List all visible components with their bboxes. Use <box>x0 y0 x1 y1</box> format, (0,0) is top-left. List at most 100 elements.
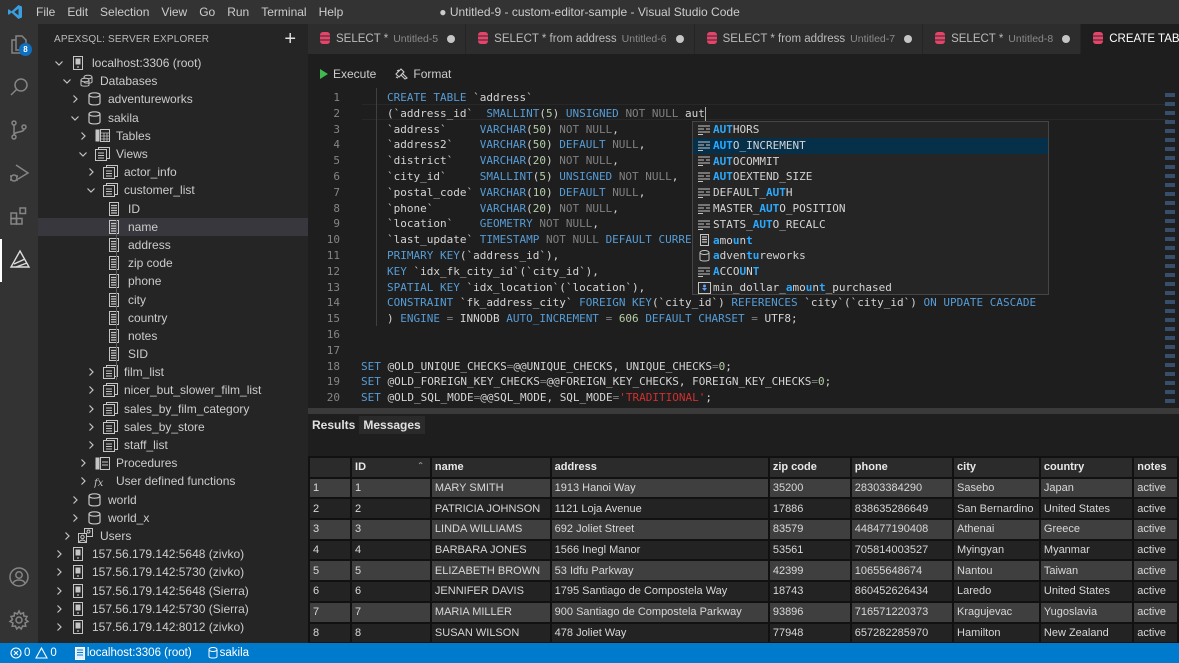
chevron-right-icon[interactable] <box>52 620 66 634</box>
table-cell[interactable]: 1795 Santiago de Compostela Way <box>549 580 770 603</box>
editor-tab[interactable]: SELECT * Untitled-5 <box>308 24 467 54</box>
chevron-right-icon[interactable] <box>76 474 90 488</box>
tree-item[interactable]: adventureworks <box>38 90 308 108</box>
table-cell[interactable]: 83579 <box>767 518 852 541</box>
table-row[interactable]: 6 6 JENNIFER DAVIS 1795 Santiago de Compost… <box>307 580 1179 603</box>
suggestion-item[interactable]: AUT O_INCREMENT <box>693 137 1048 154</box>
suggestion-item[interactable]: AUT HORS <box>693 122 1048 138</box>
chevron-right-icon[interactable] <box>68 493 82 507</box>
unsaved-dot-icon[interactable] <box>675 35 684 43</box>
table-cell[interactable]: 93896 <box>767 600 852 624</box>
chevron-right-icon[interactable] <box>84 383 98 397</box>
table-cell[interactable]: 3 <box>350 518 432 541</box>
tree-item[interactable]: customer_list <box>38 181 308 199</box>
tree-item[interactable]: zip code <box>38 254 308 272</box>
chevron-right-icon[interactable] <box>76 456 90 470</box>
table-row[interactable]: 1 1 MARY SMITH 1913 Hanoi Way 35200 283033842… <box>307 476 1179 500</box>
suggestion-item[interactable]: STATS_ AUT O_RECALC <box>693 217 1048 233</box>
column-header[interactable] <box>307 456 353 479</box>
tree-item[interactable]: ƒx User defined functions <box>38 472 308 490</box>
menu-go[interactable]: Go <box>193 0 221 24</box>
table-cell[interactable]: Yugoslavia <box>1038 600 1135 624</box>
table-cell[interactable]: Kragujevac <box>952 600 1041 624</box>
table-cell[interactable]: United States <box>1038 580 1135 603</box>
table-cell[interactable]: 8 <box>350 621 432 645</box>
tab-results[interactable]: Results <box>308 416 359 434</box>
chevron-down-icon[interactable] <box>68 111 82 125</box>
chevron-right-icon[interactable] <box>84 438 98 452</box>
table-cell[interactable]: MARIA MILLER <box>429 600 552 624</box>
tree-item[interactable]: 157.56.179.142:5730 (zivko) <box>38 563 308 581</box>
column-header[interactable]: notes <box>1132 456 1179 479</box>
chevron-right-icon[interactable] <box>84 420 98 434</box>
table-cell[interactable]: PATRICIA JOHNSON <box>429 497 552 521</box>
tab-messages[interactable]: Messages <box>359 416 425 434</box>
tree-item[interactable]: Views <box>38 145 308 163</box>
row-number[interactable]: 2 <box>307 497 353 521</box>
tree-item[interactable]: world <box>38 491 308 509</box>
column-header[interactable]: phone <box>849 456 955 479</box>
unsaved-dot-icon[interactable] <box>904 35 913 43</box>
table-cell[interactable]: 42399 <box>767 559 852 583</box>
column-header[interactable]: address <box>549 456 770 479</box>
column-header[interactable]: ID ⌃ <box>350 456 432 479</box>
activity-source-control[interactable] <box>0 110 38 153</box>
table-cell[interactable]: active <box>1132 580 1179 603</box>
table-cell[interactable]: Myanmar <box>1038 538 1135 562</box>
database-status[interactable]: sakila <box>208 647 249 659</box>
chevron-right-icon[interactable] <box>52 547 66 561</box>
table-cell[interactable]: active <box>1132 518 1179 541</box>
activity-extensions[interactable] <box>0 196 38 239</box>
table-cell[interactable]: 4 <box>350 538 432 562</box>
tree-item[interactable]: Procedures <box>38 454 308 472</box>
table-cell[interactable]: 10655648674 <box>849 559 955 583</box>
suggestion-item[interactable]: A CCO U N T <box>693 264 1048 280</box>
table-cell[interactable]: 1566 Inegl Manor <box>549 538 770 562</box>
table-cell[interactable]: San Bernardino <box>952 497 1041 521</box>
suggestion-item[interactable]: AUT OCOMMIT <box>693 154 1048 170</box>
row-number[interactable]: 4 <box>307 538 353 562</box>
add-connection-button[interactable]: + <box>284 29 296 49</box>
table-cell[interactable]: Greece <box>1038 518 1135 541</box>
table-row[interactable]: 4 4 BARBARA JONES 1566 Inegl Manor 53561 7058… <box>307 538 1179 562</box>
tree-item[interactable]: city <box>38 290 308 308</box>
table-cell[interactable]: active <box>1132 476 1179 500</box>
table-cell[interactable]: 35200 <box>767 476 852 500</box>
tree-item[interactable]: 157.56.179.142:5648 (zivko) <box>38 545 308 563</box>
column-header[interactable]: city <box>952 456 1041 479</box>
tree-item[interactable]: nicer_but_slower_film_list <box>38 381 308 399</box>
chevron-right-icon[interactable] <box>52 565 66 579</box>
tree-item[interactable]: address <box>38 236 308 254</box>
table-cell[interactable]: MARY SMITH <box>429 476 552 500</box>
table-cell[interactable]: 838635286649 <box>849 497 955 521</box>
menu-help[interactable]: Help <box>313 0 350 24</box>
tree-item[interactable]: localhost:3306 (root) <box>38 54 308 72</box>
activity-accounts[interactable] <box>0 557 38 600</box>
editor-tab[interactable]: SELECT * from address Untitled-7 <box>694 24 924 54</box>
format-button[interactable]: Format <box>395 67 451 81</box>
table-cell[interactable]: 7 <box>350 600 432 624</box>
chevron-right-icon[interactable] <box>68 92 82 106</box>
tree-item[interactable]: sales_by_store <box>38 418 308 436</box>
chevron-right-icon[interactable] <box>84 402 98 416</box>
table-cell[interactable]: active <box>1132 497 1179 521</box>
table-cell[interactable]: 716571220373 <box>849 600 955 624</box>
table-cell[interactable]: 705814003527 <box>849 538 955 562</box>
editor-tab[interactable]: SELECT * from address Untitled-6 <box>466 24 695 54</box>
chevron-right-icon[interactable] <box>84 365 98 379</box>
menu-edit[interactable]: Edit <box>61 0 94 24</box>
execute-button[interactable]: Execute <box>319 67 376 81</box>
tree-item[interactable]: Databases <box>38 72 308 90</box>
tree-item[interactable]: country <box>38 309 308 327</box>
menu-file[interactable]: File <box>30 0 61 24</box>
table-cell[interactable]: 53561 <box>767 538 852 562</box>
table-row[interactable]: 8 8 SUSAN WILSON 478 Joliet Way 77948 6572822… <box>307 621 1179 645</box>
table-cell[interactable]: 900 Santiago de Compostela Parkway <box>549 600 770 624</box>
tree-item[interactable]: sakila <box>38 109 308 127</box>
table-cell[interactable]: United States <box>1038 497 1135 521</box>
chevron-down-icon[interactable] <box>84 183 98 197</box>
tree-item[interactable]: Users <box>38 527 308 545</box>
row-number[interactable]: 5 <box>307 559 353 583</box>
table-cell[interactable]: Japan <box>1038 476 1135 500</box>
table-cell[interactable]: Sasebo <box>952 476 1041 500</box>
